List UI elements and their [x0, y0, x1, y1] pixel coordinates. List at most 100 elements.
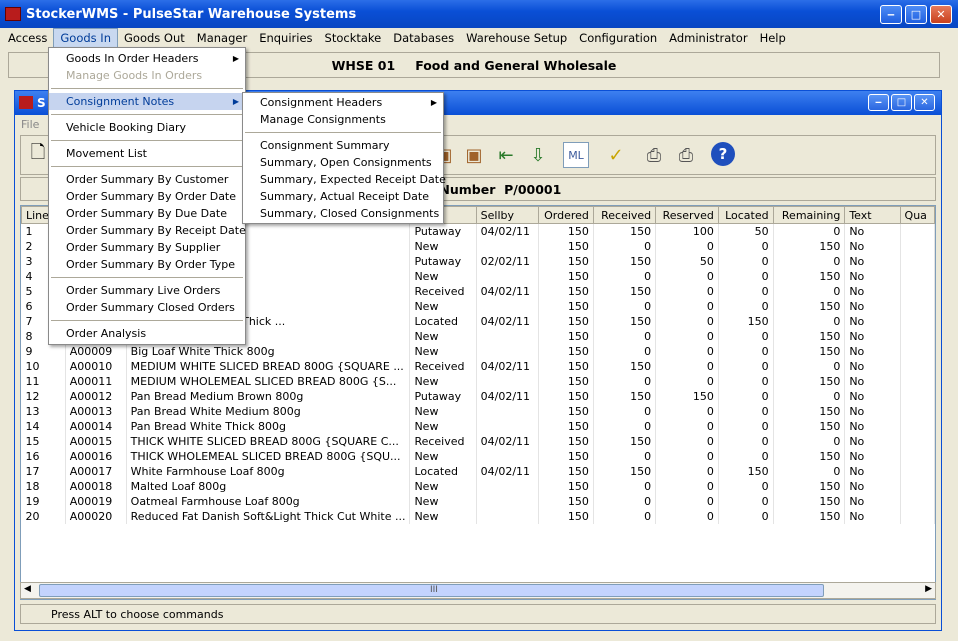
menu-enquiries[interactable]: Enquiries [253, 28, 318, 48]
table-cell: 19 [21, 493, 66, 509]
menu-goods-in[interactable]: Goods In [53, 28, 118, 48]
menu-stocktake[interactable]: Stocktake [319, 28, 388, 48]
menu-access[interactable]: Access [2, 28, 53, 48]
column-header-reserved[interactable]: Reserved [655, 206, 719, 224]
table-row[interactable]: 9 A00009 Big Loaf White Thick 800g New 150 0 0… [21, 343, 935, 359]
table-cell: A00009 [65, 343, 127, 359]
scroll-left-icon[interactable]: ◀ [24, 584, 31, 594]
table-cell: 0 [718, 508, 774, 524]
menu-item-consignment-summary[interactable]: Consignment Summary [243, 137, 443, 154]
table-cell: No [844, 448, 901, 464]
table-cell: 0 [655, 403, 719, 419]
column-header-sellby[interactable]: Sellby [475, 206, 539, 224]
table-cell: 0 [655, 508, 719, 524]
menu-item-summary-open-consignments[interactable]: Summary, Open Consignments [243, 154, 443, 171]
printer-preview-icon[interactable]: ⎙ [673, 142, 699, 168]
table-row[interactable]: 16 A00016 THICK WHOLEMEAL SLICED BREAD 800… [21, 448, 935, 464]
menu-separator [51, 277, 243, 278]
shield-check-icon[interactable]: ✓ [603, 142, 629, 168]
printer-icon[interactable]: ⎙ [641, 142, 667, 168]
scroll-right-icon[interactable]: ▶ [925, 584, 932, 594]
child-close-button[interactable]: ✕ [914, 94, 935, 111]
column-header-located[interactable]: Located [717, 206, 774, 224]
help-icon[interactable]: ? [711, 142, 735, 166]
table-cell: 0 [718, 268, 774, 284]
table-cell: 0 [593, 328, 657, 344]
menu-separator [51, 140, 243, 141]
child-minimize-button[interactable]: ‒ [868, 94, 889, 111]
menu-item-movement-list[interactable]: Movement List [49, 145, 245, 162]
menu-item-goods-in-order-headers[interactable]: Goods In Order Headers ▶ [49, 50, 245, 67]
menu-configuration[interactable]: Configuration [573, 28, 663, 48]
table-cell: 0 [773, 388, 846, 404]
minimize-button[interactable]: ‒ [880, 5, 902, 24]
column-header-text[interactable]: Text [844, 206, 901, 224]
table-cell: 150 [538, 343, 594, 359]
table-row[interactable]: 15 A00015 THICK WHITE SLICED BREAD 800G {S… [21, 433, 935, 449]
column-header-received[interactable]: Received [592, 206, 657, 224]
move-left-icon[interactable]: ⇤ [493, 142, 519, 168]
maximize-button[interactable]: □ [905, 5, 927, 24]
table-row[interactable]: 12 A00012 Pan Bread Medium Brown 800g Putaw… [21, 388, 935, 404]
add-box-icon[interactable]: ▣ [461, 142, 487, 168]
table-cell: 0 [773, 253, 846, 269]
menu-manager[interactable]: Manager [191, 28, 253, 48]
menu-item-order-summary-by-customer[interactable]: Order Summary By Customer [49, 171, 245, 188]
table-cell: 150 [773, 478, 846, 494]
table-cell: 0 [773, 463, 846, 479]
menu-warehouse-setup[interactable]: Warehouse Setup [460, 28, 573, 48]
menu-item-summary-expected-receipt-date[interactable]: Summary, Expected Receipt Date [243, 171, 446, 188]
table-row[interactable]: 13 A00013 Pan Bread White Medium 800g New 15… [21, 403, 935, 419]
child-maximize-button[interactable]: □ [891, 94, 912, 111]
menu-administrator[interactable]: Administrator [663, 28, 753, 48]
menu-goods-out[interactable]: Goods Out [118, 28, 191, 48]
menu-separator [51, 166, 243, 167]
column-header-remaining[interactable]: Remaining [772, 206, 846, 224]
app-logo-icon [5, 7, 21, 21]
table-row[interactable]: 20 A00020 Reduced Fat Danish Soft&Light Th… [21, 508, 935, 524]
menu-item-order-summary-by-order-type[interactable]: Order Summary By Order Type [49, 256, 245, 273]
table-row[interactable]: 14 A00014 Pan Bread White Thick 800g New 150… [21, 418, 935, 434]
table-row[interactable]: 11 A00011 MEDIUM WHOLEMEAL SLICED BREAD 80… [21, 373, 935, 389]
table-cell: 50 [655, 253, 719, 269]
menu-item-summary-closed-consignments[interactable]: Summary, Closed Consignments [243, 205, 443, 222]
table-cell: 0 [718, 298, 774, 314]
menu-item-label: Order Summary By Customer [66, 173, 229, 186]
menu-item-manage-consignments[interactable]: Manage Consignments [243, 111, 443, 128]
menu-item-order-summary-by-order-date[interactable]: Order Summary By Order Date [49, 188, 245, 205]
table-cell: 20 [21, 508, 66, 524]
table-cell: 150 [538, 358, 594, 374]
close-button[interactable]: ✕ [930, 5, 952, 24]
table-cell: A00019 [65, 493, 127, 509]
move-down-icon[interactable]: ⇩ [525, 142, 551, 168]
menu-item-summary-actual-receipt-date[interactable]: Summary, Actual Receipt Date [243, 188, 443, 205]
column-header-qua[interactable]: Qua [899, 206, 935, 224]
menu-item-vehicle-booking-diary[interactable]: Vehicle Booking Diary [49, 119, 245, 136]
table-row[interactable]: 10 A00010 MEDIUM WHITE SLICED BREAD 800G {… [21, 358, 935, 374]
menu-item-consignment-headers[interactable]: Consignment Headers ▶ [243, 94, 443, 111]
table-cell: Pan Bread Medium Brown 800g [126, 388, 411, 404]
table-row[interactable]: 17 A00017 White Farmhouse Loaf 800g Located… [21, 463, 935, 479]
menu-item-order-summary-by-supplier[interactable]: Order Summary By Supplier [49, 239, 245, 256]
submenu-arrow-icon: ▶ [232, 54, 239, 63]
menu-item-order-summary-by-receipt-date[interactable]: Order Summary By Receipt Date [49, 222, 246, 239]
menu-item-order-summary-closed-orders[interactable]: Order Summary Closed Orders [49, 299, 245, 316]
menu-item-order-summary-live-orders[interactable]: Order Summary Live Orders [49, 282, 245, 299]
table-cell: No [844, 508, 901, 524]
menu-help[interactable]: Help [754, 28, 792, 48]
menu-databases[interactable]: Databases [387, 28, 460, 48]
table-row[interactable]: 18 A00018 Malted Loaf 800g New 150 0 0 0 150 No [21, 478, 935, 494]
column-header-ordered[interactable]: Ordered [537, 206, 594, 224]
menu-item-consignment-notes[interactable]: Consignment Notes ▶ [49, 93, 245, 110]
ml-document-icon[interactable]: ML [563, 142, 589, 168]
table-cell: 150 [773, 373, 846, 389]
table-cell: New [409, 403, 477, 419]
table-cell [900, 238, 935, 254]
menu-item-order-analysis[interactable]: Order Analysis [49, 325, 245, 342]
menu-item-order-summary-by-due-date[interactable]: Order Summary By Due Date [49, 205, 245, 222]
consignment-notes-submenu: Consignment Headers ▶ Manage Consignments C… [242, 92, 446, 224]
scroll-thumb[interactable]: III [39, 584, 824, 597]
table-row[interactable]: 19 A00019 Oatmeal Farmhouse Loaf 800g New 15… [21, 493, 935, 509]
menu-item-label: Order Summary By Supplier [66, 241, 221, 254]
horizontal-scrollbar[interactable]: ◀ III ▶ [20, 582, 936, 599]
